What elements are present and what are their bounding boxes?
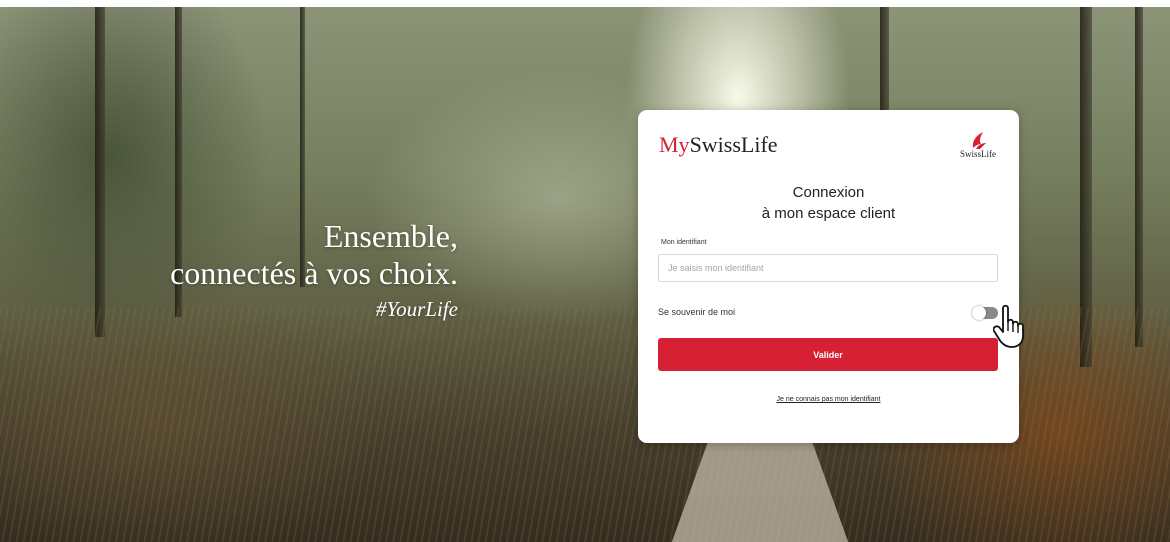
hero-line-1: Ensemble, <box>323 218 458 254</box>
toggle-knob <box>972 306 986 320</box>
tree-trunk <box>1135 7 1143 347</box>
forgot-identifier-link[interactable]: Je ne connais pas mon identifiant <box>638 396 1019 403</box>
identifier-input[interactable] <box>658 254 998 282</box>
brand-title-my: My <box>659 132 690 157</box>
brand-title-rest: SwissLife <box>689 132 778 157</box>
tree-trunk <box>95 7 105 337</box>
swisslife-logo-icon: SwissLife <box>957 130 999 160</box>
login-heading-line-1: Connexion <box>792 184 865 201</box>
hero-tagline: #YourLife <box>375 297 458 321</box>
login-heading-line-2: à mon espace client <box>761 205 896 222</box>
hand-pointer-icon <box>992 304 1031 350</box>
page: Ensemble, connectés à vos choix. #YourLi… <box>0 0 1170 542</box>
identifier-label: Mon identifiant <box>661 239 707 246</box>
hero-line-2: connectés à vos choix. <box>170 255 458 291</box>
brand-title: MySwissLife <box>659 132 778 158</box>
hand-pointer-shape <box>992 304 1024 348</box>
remember-me-label: Se souvenir de moi <box>658 307 736 317</box>
swisslife-logo-mark <box>972 132 986 149</box>
swisslife-logo-text: SwissLife <box>960 149 996 159</box>
submit-button[interactable]: Valider <box>658 338 998 371</box>
hero-text: Ensemble, connectés à vos choix. #YourLi… <box>170 218 458 322</box>
login-card: MySwissLife SwissLife Connexion à mon es… <box>638 110 1024 443</box>
login-heading: Connexion à mon espace client <box>638 182 1019 224</box>
